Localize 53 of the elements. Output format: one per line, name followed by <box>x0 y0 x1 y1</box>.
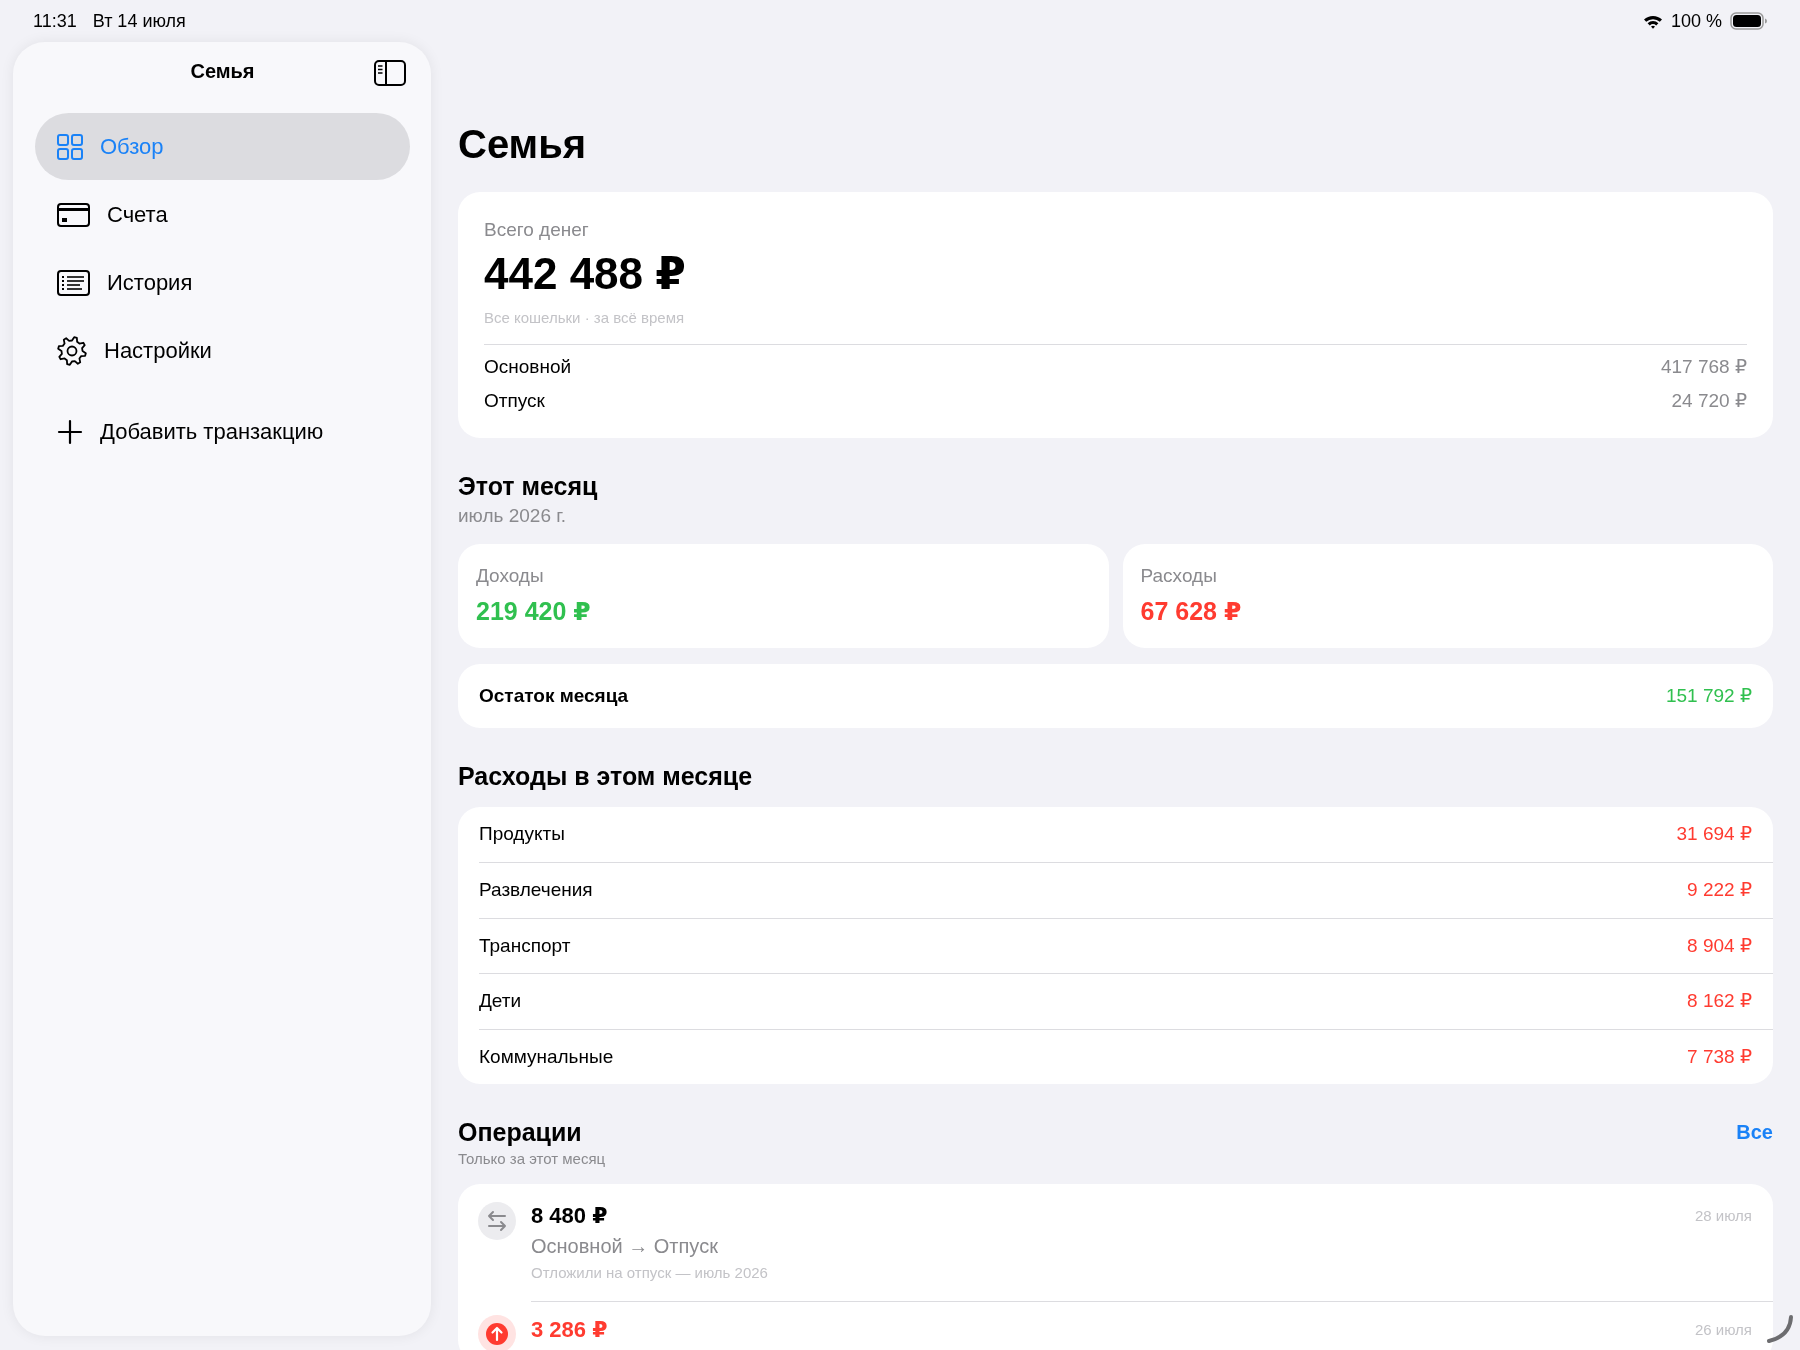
wallet-name: Основной <box>484 355 572 379</box>
category-name: Развлечения <box>479 878 593 903</box>
card-label: Доходы <box>476 564 545 588</box>
balance-amount: 151 792 ₽ <box>1665 683 1752 708</box>
section-subtitle: июль 2026 г. <box>458 504 568 528</box>
category-name: Транспорт <box>479 933 571 958</box>
plus-icon <box>57 418 83 445</box>
add-transaction-button[interactable]: Добавить транзакцию <box>35 398 410 465</box>
status-time: 11:31 <box>33 9 77 33</box>
gear-icon <box>57 335 87 366</box>
total-label: Всего денег <box>484 218 590 242</box>
section-title: Этот месяц <box>458 471 599 501</box>
total-note: Все кошельки · за всё время <box>484 308 686 328</box>
section-title: Операции <box>458 1116 583 1147</box>
status-date: Вт 14 июля <box>92 9 186 33</box>
category-amount: 9 222 ₽ <box>1687 878 1752 903</box>
sidebar-item[interactable]: Настройки <box>35 317 410 384</box>
sidebar-title: Семья <box>190 59 255 84</box>
battery-icon <box>1730 12 1768 30</box>
section-title: Расходы в этом месяце <box>458 761 754 791</box>
category-amount: 8 904 ₽ <box>1687 933 1752 958</box>
sidebar-item[interactable]: Счета <box>35 181 410 248</box>
card-label: Расходы <box>1140 564 1218 588</box>
category-amount: 8 162 ₽ <box>1687 989 1752 1014</box>
sidebar-item[interactable]: История <box>35 249 410 316</box>
operation-date: 26 июля <box>1694 1319 1752 1340</box>
category-name: Продукты <box>479 822 565 847</box>
transfer-arrows-icon <box>478 1201 516 1240</box>
wallet-amount: 24 720 ₽ <box>1671 389 1747 413</box>
operation-date: 28 июля <box>1694 1205 1752 1226</box>
wallet-amount: 417 768 ₽ <box>1660 355 1747 379</box>
wallet-name: Отпуск <box>484 389 545 413</box>
wifi-icon <box>1642 13 1663 29</box>
page-title: Семья <box>458 121 588 168</box>
operation-route: Основной → Отпуск <box>531 1233 719 1259</box>
sidebar-icon[interactable] <box>374 60 406 86</box>
category-name: Коммунальные <box>479 1044 614 1069</box>
card-icon <box>57 202 90 227</box>
grid-icon <box>57 133 83 160</box>
category-name: Дети <box>479 989 522 1014</box>
battery-percent: 100 % <box>1670 9 1722 33</box>
operation-amount: 8 480 ₽ <box>531 1201 609 1230</box>
balance-label: Остаток месяца <box>479 683 629 708</box>
operation-note: Отложили на отпуск — июль 2026 <box>531 1262 768 1283</box>
corner-arc-icon[interactable] <box>1766 1314 1794 1344</box>
section-subtitle: Только за этот месяц <box>458 1148 606 1169</box>
list-icon <box>57 269 90 296</box>
category-amount: 7 738 ₽ <box>1687 1044 1752 1069</box>
total-amount: 442 488 ₽ <box>484 248 687 300</box>
category-amount: 31 694 ₽ <box>1676 822 1752 847</box>
card-amount: 67 628 ₽ <box>1140 596 1243 627</box>
card-amount: 219 420 ₽ <box>476 596 592 627</box>
operation-amount: 3 286 ₽ <box>531 1315 608 1344</box>
